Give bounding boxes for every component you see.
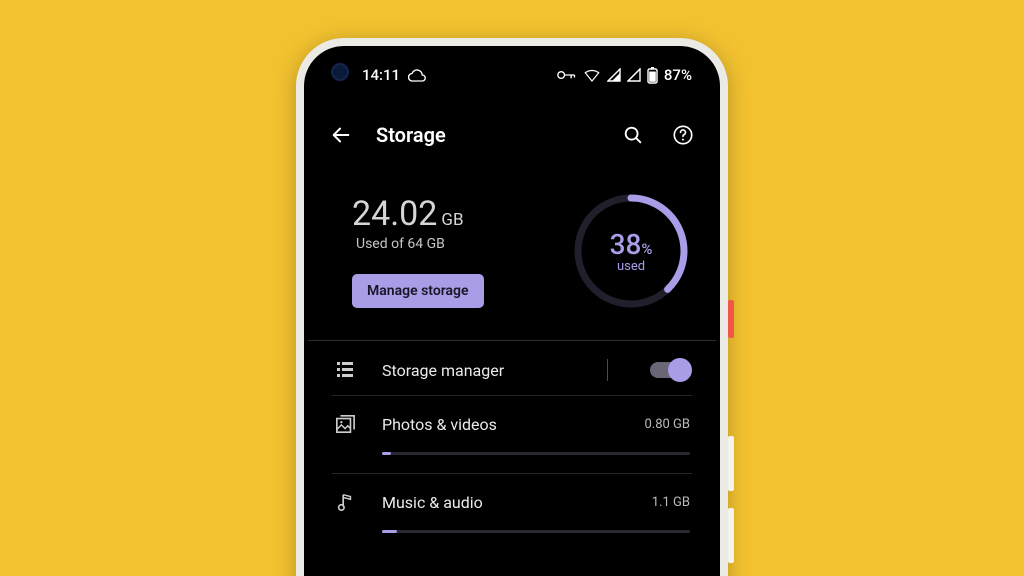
usage-label: used <box>617 259 645 274</box>
photos-value: 0.80 GB <box>644 417 690 432</box>
arrow-left-icon <box>330 124 352 146</box>
music-icon <box>334 492 356 512</box>
used-value: 24.02GB <box>352 194 570 234</box>
music-label: Music & audio <box>382 493 626 512</box>
hardware-power-button <box>728 300 734 338</box>
hardware-volume-up-button <box>728 436 734 491</box>
phone-frame: 14:11 <box>296 38 728 576</box>
manage-storage-button[interactable]: Manage storage <box>352 274 484 308</box>
usage-ring: 38% used <box>570 190 692 312</box>
music-usage-bar <box>382 530 690 533</box>
storage-manager-row[interactable]: Storage manager <box>308 341 716 395</box>
storage-manager-label: Storage manager <box>382 361 581 380</box>
cloud-backup-icon <box>408 68 426 82</box>
battery-icon <box>647 67 658 84</box>
separator <box>607 359 608 381</box>
storage-summary: 24.02GB Used of 64 GB Manage storage 38% <box>308 176 716 340</box>
page-title: Storage <box>376 123 446 147</box>
cell-signal-1-icon <box>607 68 621 82</box>
music-audio-row[interactable]: Music & audio 1.1 GB <box>308 474 716 526</box>
help-icon <box>672 124 694 146</box>
vpn-key-icon <box>557 69 577 81</box>
used-subtitle: Used of 64 GB <box>356 236 570 252</box>
storage-manager-icon <box>334 360 356 380</box>
status-bar: 14:11 <box>304 46 720 104</box>
photos-usage-bar <box>382 452 690 455</box>
help-button[interactable] <box>668 120 698 150</box>
battery-percent: 87% <box>664 66 692 84</box>
content-area: 24.02GB Used of 64 GB Manage storage 38% <box>304 176 720 576</box>
toggle-knob <box>668 358 692 382</box>
wifi-icon <box>583 68 601 82</box>
hardware-volume-down-button <box>728 508 734 563</box>
back-button[interactable] <box>326 120 356 150</box>
cell-signal-2-icon <box>627 68 641 82</box>
clock: 14:11 <box>362 66 400 84</box>
photos-label: Photos & videos <box>382 415 618 434</box>
photos-videos-row[interactable]: Photos & videos 0.80 GB <box>308 396 716 448</box>
photos-icon <box>334 414 356 434</box>
search-icon <box>622 124 644 146</box>
search-button[interactable] <box>618 120 648 150</box>
app-bar: Storage <box>304 110 720 160</box>
screen: 14:11 <box>304 46 720 576</box>
music-value: 1.1 GB <box>652 495 690 510</box>
storage-manager-toggle[interactable] <box>650 362 690 378</box>
usage-percent: 38% <box>610 228 653 261</box>
